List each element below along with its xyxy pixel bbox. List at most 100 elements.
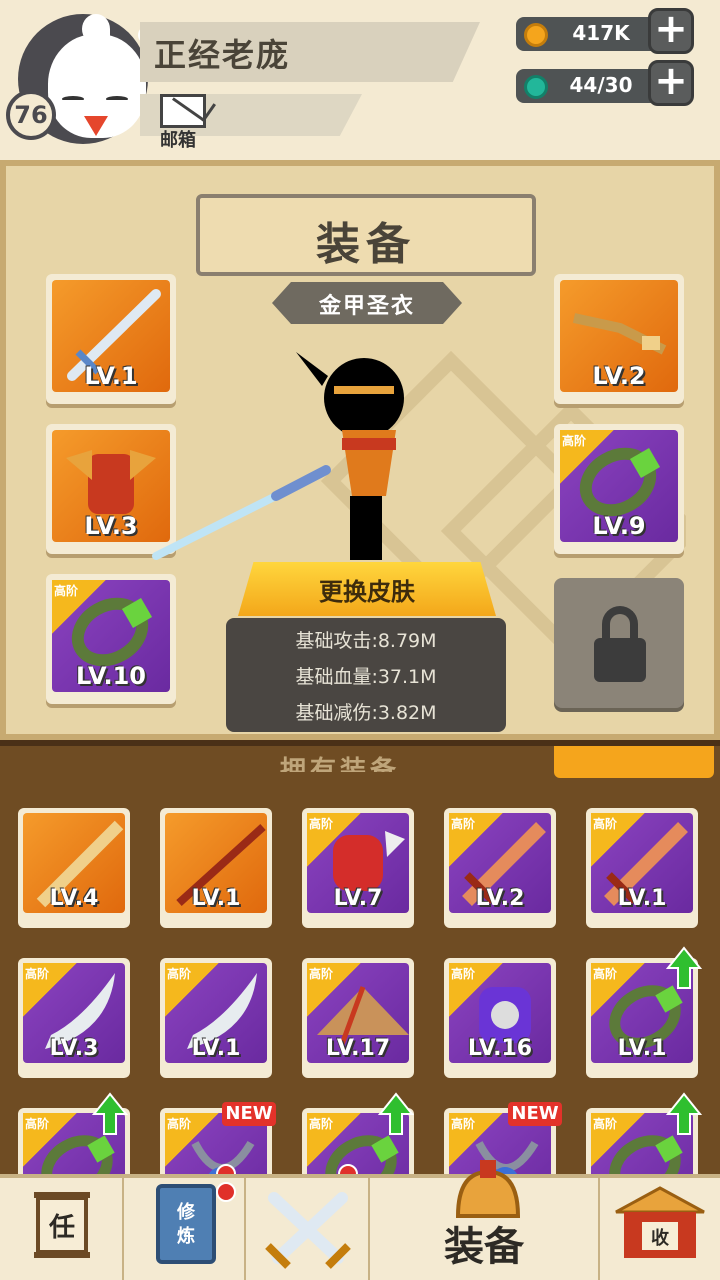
equip-slot-necklace[interactable]: LV.2 (554, 274, 684, 404)
balloon-icon (524, 75, 548, 99)
item-level: LV.1 (191, 1036, 241, 1061)
tier-corner: 高阶 (165, 963, 219, 1017)
equip-slot-ring-right[interactable]: 高阶 LV.9 (554, 424, 684, 554)
item-level: LV.4 (49, 886, 99, 911)
outfit-name-plate: 金甲圣衣 (272, 282, 462, 324)
avatar-beak (84, 116, 108, 136)
slot-bg: 高阶 LV.10 (52, 580, 170, 692)
slot-bg: 高阶 LV.7 (307, 813, 409, 913)
tier-label: 高阶 (25, 1117, 50, 1131)
inventory-item[interactable]: LV.4 (18, 808, 130, 928)
inventory-item[interactable]: LV.1 (160, 808, 272, 928)
player-level-badge: 76 (6, 90, 56, 140)
tier-corner: 高阶 (307, 813, 361, 867)
inventory-item[interactable]: 高阶 LV.16 (444, 958, 556, 1078)
slot-bg: LV.2 (560, 280, 678, 392)
inventory-item[interactable]: 高阶 LV.17 (302, 958, 414, 1078)
stat-health: 基础血量:37.1M (295, 666, 437, 688)
inventory-item[interactable]: 高阶 LV.1 (586, 808, 698, 928)
slot-bg: LV.1 (165, 813, 267, 913)
shop-glyph: 收 (651, 1227, 669, 1249)
tier-label: 高阶 (167, 967, 192, 981)
item-level: LV.1 (617, 1036, 667, 1061)
new-badge: NEW (222, 1102, 276, 1126)
crossed-swords-icon (265, 1192, 351, 1269)
tier-corner: 高阶 (307, 963, 361, 1017)
coin-icon (524, 23, 548, 47)
top-bar: 76 正经老庞 邮箱 417K + 44/30 + (0, 0, 720, 160)
inventory-item[interactable]: 高阶 LV.7 (302, 808, 414, 928)
tier-label: 高阶 (593, 967, 618, 981)
tier-label: 高阶 (309, 1117, 334, 1131)
nav-equipment-label: 装备 (444, 1224, 524, 1270)
new-badge: NEW (508, 1102, 562, 1126)
shop-icon: 收 (615, 1186, 705, 1258)
slot-level: LV.10 (76, 662, 146, 690)
slot-level: LV.9 (592, 512, 646, 540)
inventory-item[interactable]: 高阶 LV.3 (18, 958, 130, 1078)
change-skin-label: 更换皮肤 (319, 578, 415, 606)
nav-shop[interactable]: 收 (600, 1178, 720, 1280)
tier-corner: 高阶 (449, 813, 503, 867)
tier-label: 高阶 (167, 1117, 192, 1131)
tier-label: 高阶 (25, 967, 50, 981)
hero-character (152, 352, 404, 560)
tier-label: 高阶 (309, 967, 334, 981)
outfit-name: 金甲圣衣 (318, 294, 415, 319)
equip-slot-ring-left[interactable]: 高阶 LV.10 (46, 574, 176, 704)
mail-icon[interactable] (160, 94, 206, 128)
gold-value: 417K (572, 21, 630, 45)
item-level: LV.2 (475, 886, 525, 911)
stat-damage-reduction: 基础减伤:3.82M (295, 702, 437, 724)
slot-bg: 高阶 LV.3 (23, 963, 125, 1063)
avatar-eye (62, 96, 84, 102)
item-level: LV.7 (333, 886, 383, 911)
tier-label: 高阶 (451, 967, 476, 981)
item-level: LV.17 (325, 1036, 391, 1061)
task-glyph: 任 (48, 1213, 75, 1243)
upgrade-arrow-icon (666, 946, 702, 989)
helmet-icon (455, 1160, 521, 1218)
player-name: 正经老庞 (154, 36, 291, 74)
slot-bg: 高阶 LV.1 (165, 963, 267, 1063)
nav-task[interactable]: 任 (0, 1178, 124, 1280)
change-skin-button[interactable]: 更换皮肤 (238, 562, 496, 616)
add-gold-button[interactable]: + (648, 8, 694, 54)
nav-battle[interactable] (246, 1178, 370, 1280)
base-stats-panel: 基础攻击:8.79M 基础血量:37.1M 基础减伤:3.82M (226, 618, 506, 732)
tier-label: 高阶 (309, 817, 334, 831)
scroll-icon: 任 (34, 1192, 90, 1258)
slot-bg: 高阶 LV.2 (449, 813, 551, 913)
inventory-item[interactable]: 高阶 LV.1 (160, 958, 272, 1078)
energy-counter: 44/30 + (516, 60, 694, 106)
lock-icon (594, 638, 646, 682)
upgrade-arrow-icon (92, 1092, 128, 1135)
tier-corner: 高阶 (591, 813, 645, 867)
title-plate: 装备 (196, 194, 536, 276)
slot-bg: 高阶 LV.16 (449, 963, 551, 1063)
add-energy-button[interactable]: + (648, 60, 694, 106)
slot-bg: 高阶 LV.17 (307, 963, 409, 1063)
slot-level: LV.2 (592, 362, 646, 390)
avatar-eye (106, 96, 128, 102)
nav-cultivate[interactable]: 修 炼 (124, 1178, 246, 1280)
tier-corner: 高阶 (560, 430, 614, 484)
tier-label: 高阶 (451, 1117, 476, 1131)
bottom-nav: 任 修 炼 装备 收 (0, 1160, 720, 1280)
svg-text:炼: 炼 (177, 1225, 195, 1247)
stat-attack: 基础攻击:8.79M (295, 630, 437, 652)
tier-corner: 高阶 (52, 580, 106, 634)
inventory-item[interactable]: 高阶 LV.2 (444, 808, 556, 928)
mail-label[interactable]: 邮箱 (160, 126, 196, 152)
tier-corner: 高阶 (449, 963, 503, 1017)
locked-slot[interactable] (554, 578, 684, 708)
inventory-sort-tab[interactable] (554, 746, 714, 778)
item-level: LV.16 (467, 1036, 533, 1061)
gold-counter: 417K + (516, 8, 694, 54)
nav-equipment[interactable]: 装备 (370, 1160, 600, 1280)
equipment-stage: 装备 金甲圣衣 LV.1 LV.3 高阶 LV.10 LV.2 高阶 LV.9 … (0, 160, 720, 740)
svg-text:修: 修 (176, 1201, 196, 1223)
item-level: LV.1 (617, 886, 667, 911)
inventory-panel: 拥有装备 LV.4 LV.1 高阶 LV.7 高阶 LV.2 高阶 LV.1 高阶 LV… (0, 740, 720, 1228)
item-level: LV.3 (49, 1036, 99, 1061)
